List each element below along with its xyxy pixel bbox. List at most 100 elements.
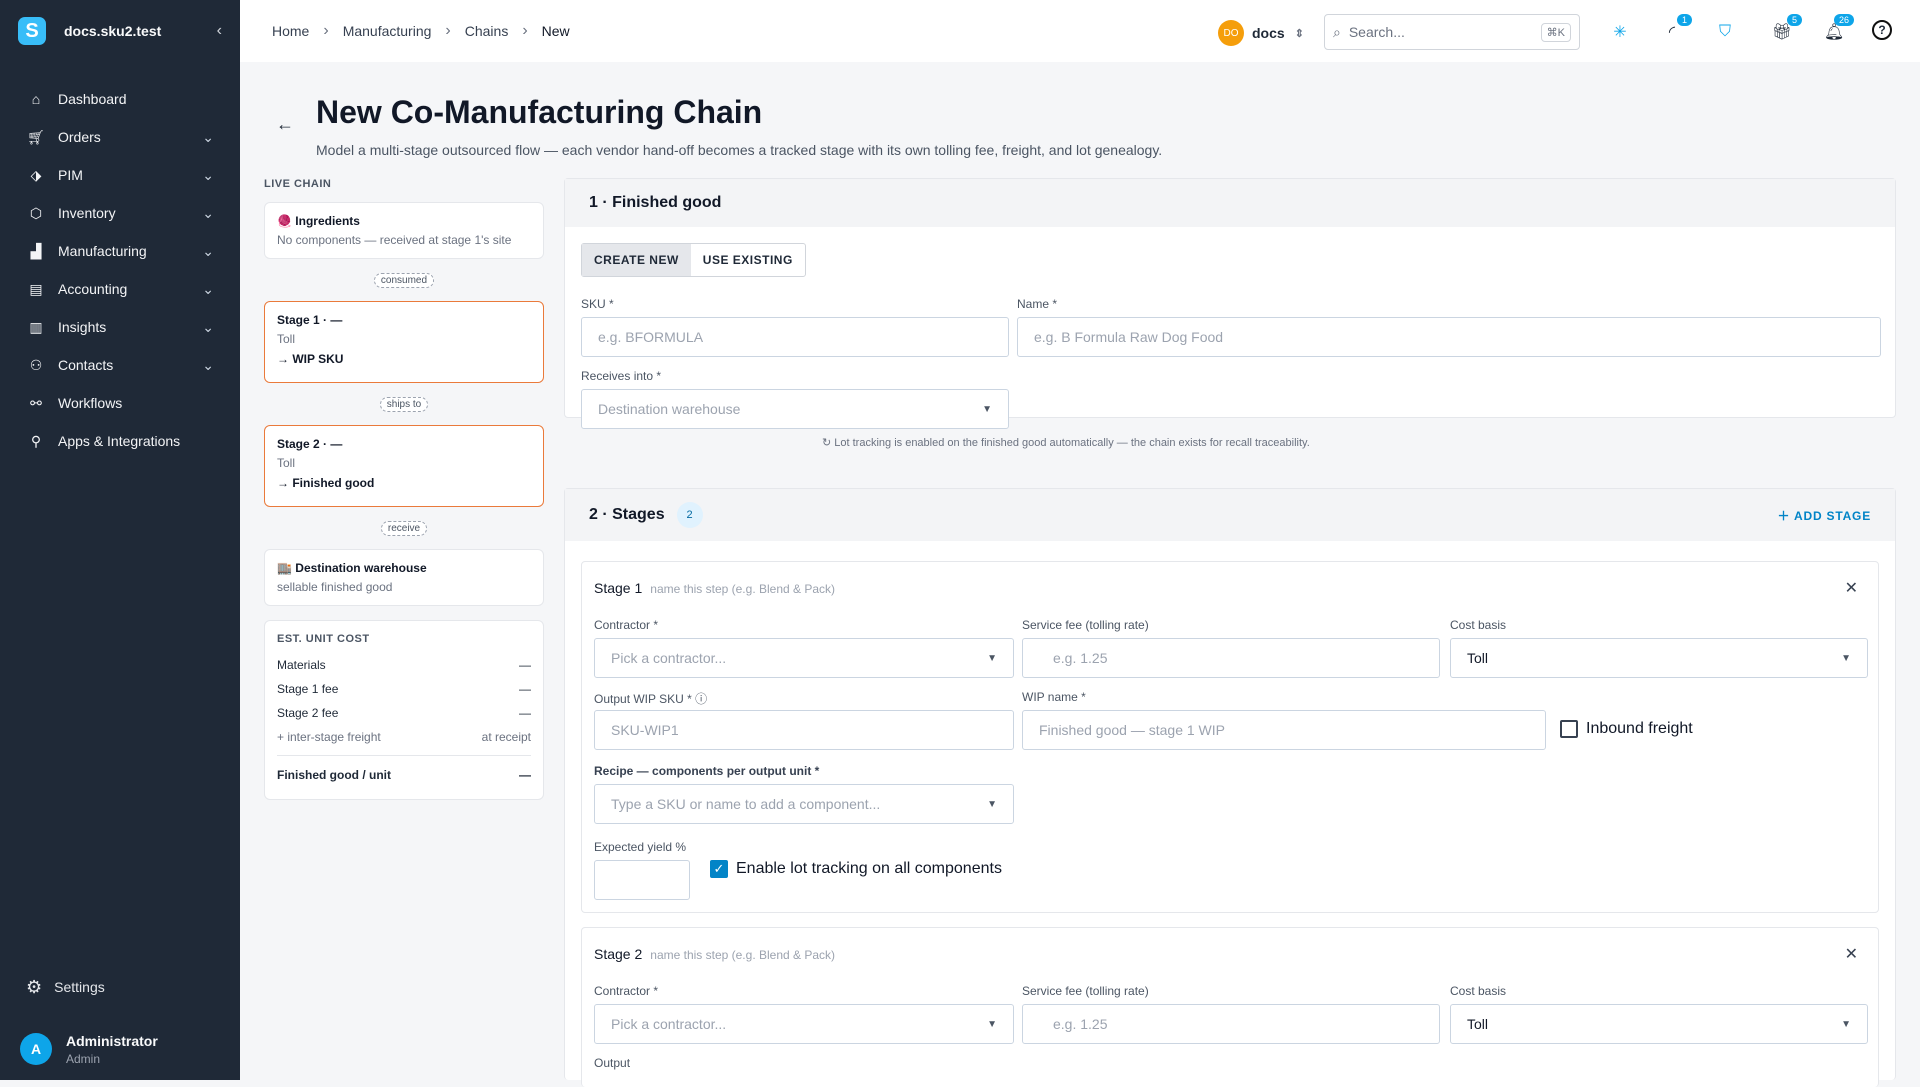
sidebar-item-inventory[interactable]: ⬡ Inventory ⌄ — [0, 194, 240, 232]
cart-icon: 🛒︎ — [27, 128, 45, 145]
fee-input[interactable]: e.g. 1.25 — [1022, 1004, 1440, 1044]
breadcrumb-chains[interactable]: Chains — [465, 23, 509, 39]
sidebar-item-workflows[interactable]: ⚯ Workflows — [0, 384, 240, 422]
dest-sub: sellable finished good — [277, 580, 393, 594]
name-label: Name * — [1017, 297, 1058, 311]
dropdown-arrow-icon: ▼ — [982, 403, 992, 415]
fee-input[interactable]: e.g. 1.25 — [1022, 638, 1440, 678]
wip-sku-input[interactable]: SKU-WIP1 — [594, 710, 1014, 750]
recipe-component-input[interactable]: Type a SKU or name to add a component...… — [594, 784, 1014, 824]
cost-basis-value: Toll — [1467, 650, 1489, 666]
chain-stage-2[interactable]: Stage 2 · — Toll → Finished good — [264, 425, 544, 507]
search-input[interactable]: ⌕ Search... ⌘K — [1324, 14, 1580, 50]
recipe-placeholder: Type a SKU or name to add a component... — [611, 796, 881, 812]
bell-icon[interactable]: 🔔︎ 26 — [1822, 14, 1854, 44]
name-input[interactable]: e.g. B Formula Raw Dog Food — [1017, 317, 1881, 357]
activity-icon[interactable]: ◜ 1 — [1660, 14, 1692, 44]
use-existing-button[interactable]: USE EXISTING — [691, 244, 805, 276]
recipe-label: Recipe — components per output unit * — [594, 764, 820, 778]
sidebar-item-manufacturing[interactable]: ▟ Manufacturing ⌄ — [0, 232, 240, 270]
finished-mode-toggle: CREATE NEW USE EXISTING — [581, 243, 806, 277]
brand: S docs.sku2.test ‹ — [0, 0, 240, 62]
cost-row: + inter-stage freight at receipt — [277, 725, 531, 749]
factory-icon: ▟ — [30, 242, 42, 259]
lot-note: ↻ Lot tracking is enabled on the finishe… — [822, 436, 1310, 449]
book-icon: ▤ — [29, 280, 43, 297]
bell-badge: 26 — [1833, 14, 1854, 26]
receives-into-select[interactable]: Destination warehouse ▼ — [581, 389, 1009, 429]
sidebar-item-label: Dashboard — [58, 91, 127, 107]
finished-good-heading: 1 · Finished good — [565, 179, 1895, 227]
connector-consumed: consumed — [373, 272, 435, 288]
contractor-select[interactable]: Pick a contractor... ▼ — [594, 1004, 1014, 1044]
stages-count-badge: 2 — [676, 502, 703, 528]
sidebar-item-orders[interactable]: 🛒︎ Orders ⌄ — [0, 118, 240, 156]
org-switcher[interactable]: DO docs ⇕ — [1218, 20, 1304, 46]
close-icon[interactable]: ✕ — [1845, 578, 1858, 598]
topbar: Home › Manufacturing › Chains › New DO docs… — [240, 0, 1920, 62]
create-new-button[interactable]: CREATE NEW — [582, 244, 691, 276]
chain-stage-1[interactable]: Stage 1 · — Toll → WIP SKU — [264, 301, 544, 383]
history-icon: ↻ — [822, 437, 835, 449]
close-icon[interactable]: ✕ — [1845, 944, 1858, 964]
dest-title: 🏬 Destination warehouse — [277, 561, 427, 575]
sync-icon[interactable]: ✳ — [1608, 20, 1632, 44]
cost-heading: EST. UNIT COST — [277, 633, 370, 645]
cost-basis-select[interactable]: Toll ▼ — [1450, 1004, 1868, 1044]
add-stage-button[interactable]: ＋ ADD STAGE — [1778, 507, 1871, 524]
breadcrumb-current: New — [541, 23, 570, 39]
chain-ingredients: 🧶 Ingredients No components — received a… — [264, 202, 544, 259]
plug-icon: ⚲ — [30, 432, 42, 449]
fee-label: Service fee (tolling rate) — [1022, 984, 1149, 998]
shield-icon[interactable]: ⛉ — [1713, 20, 1737, 44]
app-logo: S — [18, 17, 46, 45]
stage-2-name-input[interactable]: Stage 2 name this step (e.g. Blend & Pack… — [594, 946, 835, 962]
stage-1-name-input[interactable]: Stage 1 name this step (e.g. Blend & Pack… — [594, 580, 835, 596]
breadcrumb-manufacturing[interactable]: Manufacturing — [343, 23, 432, 39]
wip-name-input[interactable]: Finished good — stage 1 WIP — [1022, 710, 1546, 750]
cost-row-value: — — [519, 706, 531, 720]
activity-badge: 1 — [1676, 14, 1692, 26]
user-menu[interactable]: A Administrator Admin — [0, 1018, 240, 1080]
breadcrumb-home[interactable]: Home — [272, 23, 309, 39]
lot-tracking-checkbox[interactable]: ✓ Enable lot tracking on all components — [710, 860, 1002, 878]
sidebar-item-settings[interactable]: ⚙ Settings — [0, 968, 240, 1006]
cost-row: Stage 2 fee — — [277, 701, 531, 725]
contractor-value: Pick a contractor... — [611, 1016, 727, 1032]
stage1-title: Stage 1 · — — [277, 313, 343, 327]
output-label: Output — [594, 1056, 631, 1070]
yield-label: Expected yield % — [594, 840, 687, 854]
wip-sku-label: Output WIP SKU * ⓘ — [594, 690, 707, 707]
sidebar-item-dashboard[interactable]: ⌂ Dashboard — [0, 80, 240, 118]
sidebar-item-label: Contacts — [58, 357, 114, 373]
sidebar-item-contacts[interactable]: ⚇ Contacts ⌄ — [0, 346, 240, 384]
box-icon: ⬡ — [29, 204, 43, 221]
inbound-freight-checkbox[interactable]: Inbound freight — [1560, 720, 1693, 738]
dropdown-arrow-icon: ▼ — [987, 652, 997, 664]
sku-input[interactable]: e.g. BFORMULA — [581, 317, 1009, 357]
sidebar-item-pim[interactable]: ⬗ PIM ⌄ — [0, 156, 240, 194]
sidebar-item-apps-integrations[interactable]: ⚲ Apps & Integrations — [0, 422, 240, 460]
ingredients-title: 🧶 Ingredients — [277, 214, 360, 228]
sidebar: S docs.sku2.test ‹ ⌂ Dashboard 🛒︎ Orders ⌄ ⬗ P… — [0, 0, 240, 1080]
cost-basis-select[interactable]: Toll ▼ — [1450, 638, 1868, 678]
back-arrow-icon[interactable]: ← — [276, 114, 294, 135]
sidebar-item-label: Apps & Integrations — [58, 433, 181, 449]
gift-icon[interactable]: 🎁︎ 5 — [1770, 14, 1802, 44]
help-icon[interactable]: ? — [1872, 20, 1892, 40]
tag-icon: ⬗ — [30, 166, 42, 183]
collapse-sidebar-icon[interactable]: ‹ — [217, 22, 222, 40]
inbound-freight-label: Inbound freight — [1586, 720, 1693, 737]
cost-basis-label: Cost basis — [1450, 984, 1507, 998]
contractor-select[interactable]: Pick a contractor... ▼ — [594, 638, 1014, 678]
home-icon: ⌂ — [31, 91, 41, 107]
chevron-down-icon: ⌄ — [202, 128, 214, 145]
sidebar-item-accounting[interactable]: ▤ Accounting ⌄ — [0, 270, 240, 308]
stage-2-card: Stage 2 name this step (e.g. Blend & Pack… — [581, 927, 1879, 1087]
sidebar-item-label: Workflows — [58, 395, 123, 411]
sidebar-item-insights[interactable]: ▥ Insights ⌄ — [0, 308, 240, 346]
workflow-icon: ⚯ — [30, 394, 42, 411]
live-chain-heading: LIVE CHAIN — [264, 178, 332, 190]
chain-destination: 🏬 Destination warehouse sellable finishe… — [264, 549, 544, 606]
yield-input[interactable] — [594, 860, 690, 900]
